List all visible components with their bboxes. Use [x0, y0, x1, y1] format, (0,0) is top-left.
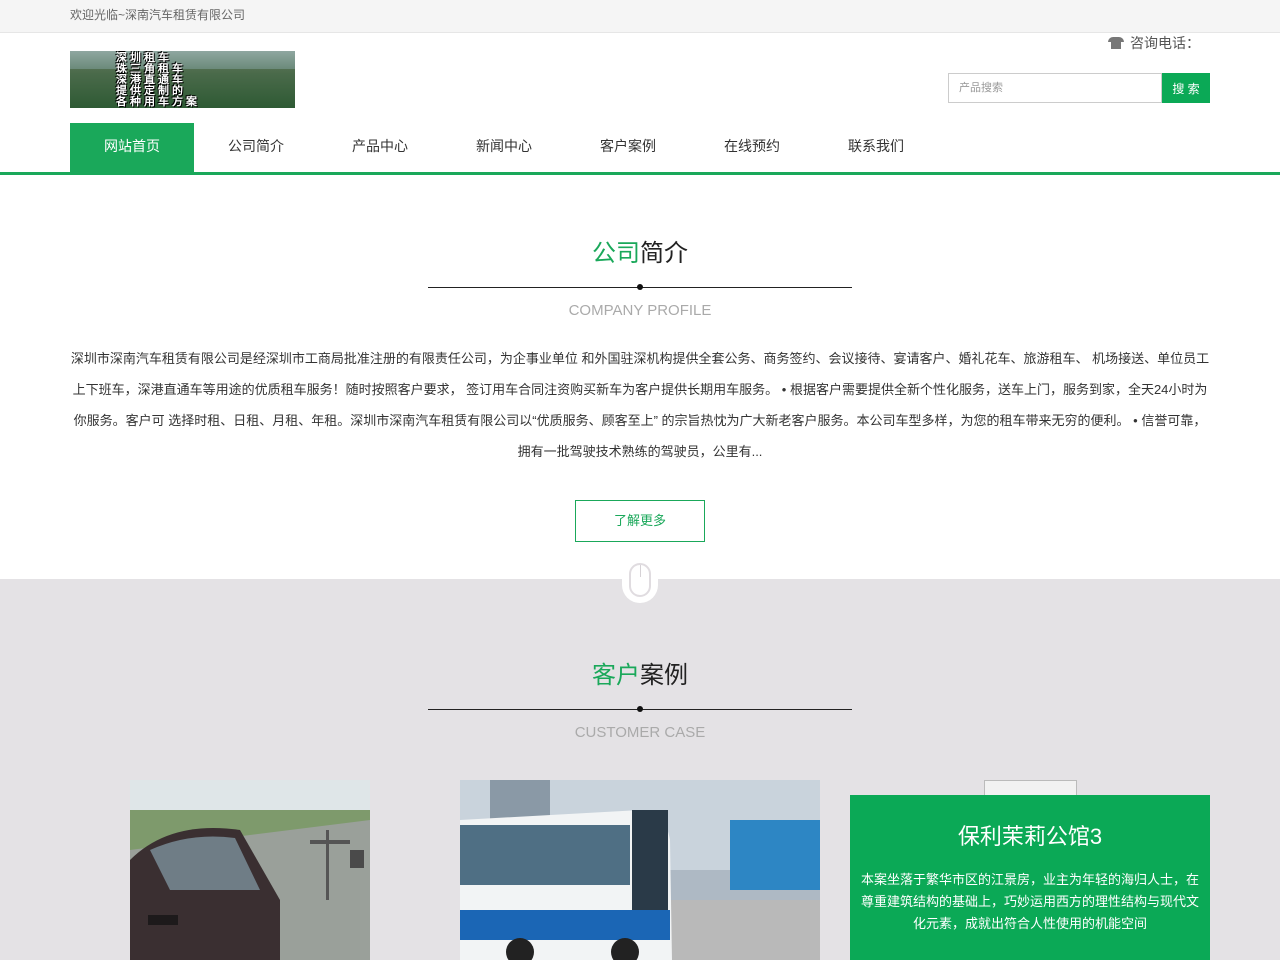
case-title: 保利茉莉公馆3: [957, 824, 1103, 849]
logo-line: 各种用车方案: [116, 96, 200, 108]
case-image-car[interactable]: [130, 780, 370, 960]
nav-item-cases[interactable]: 客户案例: [566, 123, 690, 172]
case-list: 保利茉莉公馆3 本案坐落于繁华市区的江景房，业主为年轻的海归人士，在尊重建筑结构…: [0, 780, 1280, 960]
title-english: COMPANY PROFILE: [568, 302, 712, 319]
case-description: 本案坐落于繁华市区的江景房，业主为年轻的海归人士，在尊重建筑结构的基础上，巧妙运…: [860, 872, 1199, 931]
nav-item-about[interactable]: 公司简介: [194, 123, 318, 172]
nav-item-home[interactable]: 网站首页: [70, 123, 194, 172]
title-green: 客户: [592, 662, 640, 689]
company-profile-section: 公司简介 COMPANY PROFILE 深圳市深南汽车租赁有限公司是经深圳市工…: [0, 175, 1280, 579]
title-divider: [428, 282, 852, 294]
nav-item-news[interactable]: 新闻中心: [442, 123, 566, 172]
title-black: 案例: [640, 662, 688, 689]
title-divider: [428, 704, 852, 716]
nav-item-products[interactable]: 产品中心: [318, 123, 442, 172]
section-title: 公司简介 COMPANY PROFILE: [0, 233, 1280, 319]
customer-cases-section: 客户案例 CUSTOMER CASE 保利茉莉公馆3 本案坐落于繁华市区的江景房…: [0, 561, 1280, 960]
title-black: 简介: [640, 240, 688, 267]
main-nav: 网站首页 公司简介 产品中心 新闻中心 客户案例 在线预约 联系我们: [0, 123, 1280, 175]
profile-text: 深圳市深南汽车租赁有限公司是经深圳市工商局批准注册的有限责任公司，为企事业单位 …: [70, 351, 1210, 459]
case-tab: [984, 780, 1077, 796]
nav-item-contact[interactable]: 联系我们: [814, 123, 938, 172]
welcome-text: 欢迎光临~深南汽车租赁有限公司: [70, 8, 246, 22]
search-bar: 搜 索: [948, 73, 1210, 103]
nav-item-booking[interactable]: 在线预约: [690, 123, 814, 172]
consult-phone: 咨询电话：: [1108, 33, 1200, 53]
section-title: 客户案例 CUSTOMER CASE: [0, 655, 1280, 741]
case-featured-card[interactable]: 保利茉莉公馆3 本案坐落于繁华市区的江景房，业主为年轻的海归人士，在尊重建筑结构…: [850, 795, 1210, 960]
logo-banner[interactable]: 深圳租车 珠三角租车 深港直通车 提供定制的 各种用车方案: [70, 51, 295, 108]
header: 深圳租车 珠三角租车 深港直通车 提供定制的 各种用车方案 咨询电话： 搜 索: [70, 33, 1210, 123]
telephone-icon: [1108, 37, 1124, 49]
learn-more-button[interactable]: 了解更多: [575, 500, 705, 542]
phone-label: 咨询电话：: [1130, 35, 1200, 51]
scroll-mouse-icon: [622, 561, 658, 603]
title-green: 公司: [592, 240, 640, 267]
title-english: CUSTOMER CASE: [574, 724, 706, 741]
search-input[interactable]: [948, 73, 1162, 103]
search-button[interactable]: 搜 索: [1162, 73, 1210, 103]
top-bar: 欢迎光临~深南汽车租赁有限公司: [0, 0, 1280, 33]
case-image-bus[interactable]: [460, 780, 820, 960]
